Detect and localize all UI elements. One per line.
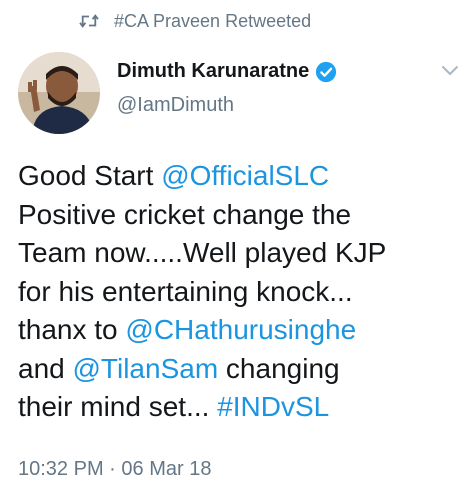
tweet-line: Good Start @OfficialSLC xyxy=(18,157,468,196)
chevron-down-icon[interactable] xyxy=(440,64,460,78)
mention-link[interactable]: @OfficialSLC xyxy=(161,160,329,191)
tweet-text-segment: thanx to xyxy=(18,314,126,345)
timestamp-separator: · xyxy=(103,458,122,480)
tweet-line: for his entertaining knock... xyxy=(18,273,468,312)
tweet-text-segment: Positive cricket change the xyxy=(18,198,352,230)
tweet-text-segment: for his entertaining knock... xyxy=(18,275,353,307)
retweet-label: #CA Praveen Retweeted xyxy=(114,10,312,31)
tweet-line: Team now.....Well played KJP xyxy=(18,234,468,273)
mention-link[interactable]: @TilanSam xyxy=(73,353,219,384)
tweet-text-segment: and xyxy=(18,352,73,384)
verified-badge-icon xyxy=(316,61,337,82)
tweet-date: 06 Mar 18 xyxy=(121,458,212,480)
author-display-name: Dimuth Karunaratne xyxy=(117,60,310,82)
avatar[interactable] xyxy=(18,52,100,134)
author-handle[interactable]: @IamDimuth xyxy=(117,94,234,117)
tweet-timestamp[interactable]: 10:32 PM · 06 Mar 18 xyxy=(18,458,211,481)
hashtag-link[interactable]: #INDvSL xyxy=(217,391,329,422)
tweet-line: thanx to @CHathurusinghe xyxy=(18,311,468,350)
tweet-text: Good Start @OfficialSLC Positive cricket … xyxy=(18,157,468,427)
tweet-line: and @TilanSam changing xyxy=(18,350,468,389)
tweet-text-segment: Team now.....Well played KJP xyxy=(18,237,387,268)
tweet-line: Positive cricket change the xyxy=(18,196,468,235)
tweet-text-segment: Good Start xyxy=(18,160,162,191)
retweet-icon xyxy=(79,14,99,28)
tweet-text-segment: their mind set... xyxy=(18,391,218,422)
tweet-line: their mind set... #INDvSL xyxy=(18,388,468,427)
tweet-text-segment: changing xyxy=(218,352,340,384)
retweet-context[interactable]: #CA Praveen Retweeted xyxy=(78,8,311,34)
author-name-row[interactable]: Dimuth Karunaratne xyxy=(117,60,337,83)
mention-link[interactable]: @CHathurusinghe xyxy=(125,314,356,345)
tweet-time: 10:32 PM xyxy=(18,458,104,480)
